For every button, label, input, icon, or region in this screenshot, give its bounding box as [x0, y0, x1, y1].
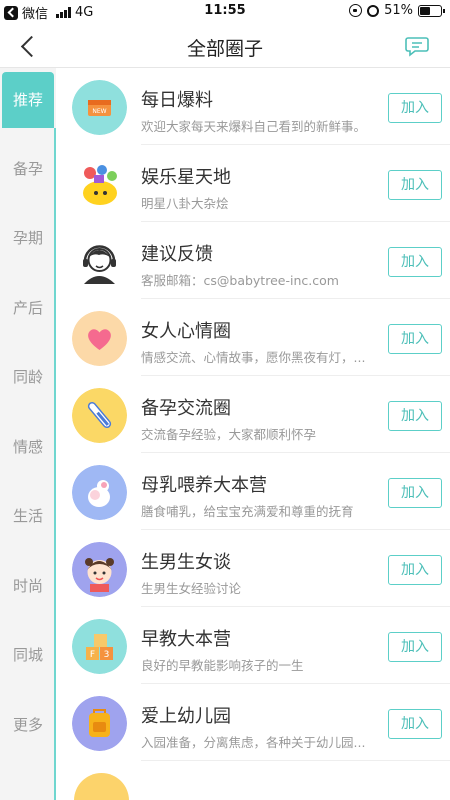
- svg-text:F: F: [90, 650, 95, 660]
- nav-header: 全部圈子: [0, 24, 450, 68]
- divider: [141, 760, 450, 761]
- list-item[interactable]: 女人心情圈 情感交流、心情故事，愿你黑夜有灯，... 加入: [56, 299, 450, 376]
- backpack-icon: [72, 696, 127, 751]
- sidebar-item-emotion[interactable]: 情感: [0, 419, 56, 475]
- join-button[interactable]: 加入: [388, 247, 442, 277]
- circle-name: 母乳喂养大本营: [141, 475, 267, 496]
- news-icon: NEW: [72, 80, 127, 135]
- circle-desc: 良好的早教能影响孩子的一生: [141, 658, 304, 673]
- join-button[interactable]: 加入: [388, 555, 442, 585]
- battery-percent: 51%: [384, 3, 413, 18]
- entertainment-icon: [72, 157, 127, 212]
- circle-list: NEW 每日爆料 欢迎大家每天来爆料自己看到的新鲜事。 加入 娱乐星天地 明星八…: [56, 68, 450, 800]
- join-button[interactable]: 加入: [388, 170, 442, 200]
- sidebar-item-same-city[interactable]: 同城: [0, 627, 56, 683]
- sidebar-item-fashion[interactable]: 时尚: [0, 558, 56, 614]
- circle-desc: 交流备孕经验，大家都顺利怀孕: [141, 427, 317, 442]
- heart-icon: [72, 311, 127, 366]
- join-button[interactable]: 加入: [388, 93, 442, 123]
- circle-desc: 生男生女经验讨论: [141, 581, 242, 596]
- partial-avatar: [74, 773, 129, 800]
- circle-name: 早教大本营: [141, 629, 231, 650]
- list-item[interactable]: 生男生女谈 生男生女经验讨论 加入: [56, 530, 450, 607]
- circle-desc: 客服邮箱：cs@babytree-inc.com: [141, 273, 339, 288]
- circle-desc: 明星八卦大杂烩: [141, 196, 229, 211]
- sidebar-item-preconception[interactable]: 备孕: [0, 141, 56, 197]
- list-item[interactable]: 备孕交流圈 交流备孕经验，大家都顺利怀孕 加入: [56, 376, 450, 453]
- girl-icon: [72, 542, 127, 597]
- sidebar-item-pregnancy[interactable]: 孕期: [0, 210, 56, 266]
- battery-icon: [418, 4, 445, 17]
- customer-service-icon: [72, 234, 127, 289]
- alarm-icon: [367, 4, 380, 17]
- circle-desc: 欢迎大家每天来爆料自己看到的新鲜事。: [141, 119, 367, 134]
- circle-name: 女人心情圈: [141, 321, 231, 342]
- circle-name: 每日爆料: [141, 90, 213, 111]
- status-bar: 微信 4G 11:55 51%: [0, 0, 450, 24]
- category-sidebar: 推荐 备孕 孕期 产后 同龄 情感 生活 时尚 同城 更多: [0, 68, 56, 800]
- back-icon[interactable]: [16, 34, 40, 58]
- sidebar-item-postpartum[interactable]: 产后: [0, 280, 56, 336]
- list-item[interactable]: F3 早教大本营 良好的早教能影响孩子的一生 加入: [56, 607, 450, 684]
- circle-name: 备孕交流圈: [141, 398, 231, 419]
- list-item[interactable]: 爱上幼儿园 入园准备，分离焦虑，各种关于幼儿园... 加入: [56, 684, 450, 761]
- circle-name: 生男生女谈: [141, 552, 231, 573]
- chat-bubble-icon[interactable]: [404, 33, 430, 59]
- svg-text:3: 3: [104, 650, 110, 660]
- circle-name: 爱上幼儿园: [141, 706, 231, 727]
- blocks-icon: F3: [72, 619, 127, 674]
- circle-desc: 膳食哺乳，给宝宝充满爱和尊重的抚育: [141, 504, 354, 519]
- circle-name: 娱乐星天地: [141, 167, 231, 188]
- join-button[interactable]: 加入: [388, 632, 442, 662]
- sidebar-item-recommend[interactable]: 推荐: [2, 72, 54, 128]
- svg-text:NEW: NEW: [92, 108, 106, 115]
- join-button[interactable]: 加入: [388, 324, 442, 354]
- rotation-lock-icon: [349, 4, 363, 17]
- thermometer-icon: [72, 388, 127, 443]
- join-button[interactable]: 加入: [388, 709, 442, 739]
- sidebar-item-same-age[interactable]: 同龄: [0, 349, 56, 405]
- list-item[interactable]: 娱乐星天地 明星八卦大杂烩 加入: [56, 145, 450, 222]
- sidebar-item-more[interactable]: 更多: [0, 697, 56, 753]
- join-button[interactable]: 加入: [388, 478, 442, 508]
- breastfeeding-icon: [72, 465, 127, 520]
- join-button[interactable]: 加入: [388, 401, 442, 431]
- list-item[interactable]: NEW 每日爆料 欢迎大家每天来爆料自己看到的新鲜事。 加入: [56, 68, 450, 145]
- list-item[interactable]: 母乳喂养大本营 膳食哺乳，给宝宝充满爱和尊重的抚育 加入: [56, 453, 450, 530]
- circle-name: 建议反馈: [141, 244, 213, 265]
- list-item[interactable]: 建议反馈 客服邮箱：cs@babytree-inc.com 加入: [56, 222, 450, 299]
- circle-desc: 情感交流、心情故事，愿你黑夜有灯，...: [141, 350, 366, 365]
- circle-desc: 入园准备，分离焦虑，各种关于幼儿园...: [141, 735, 366, 750]
- page-title: 全部圈子: [186, 38, 263, 60]
- sidebar-item-life[interactable]: 生活: [0, 488, 56, 544]
